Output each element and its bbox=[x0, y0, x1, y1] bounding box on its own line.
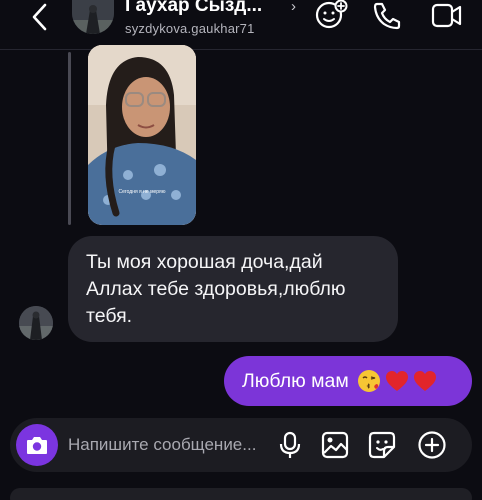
sender-avatar-image bbox=[19, 306, 53, 340]
gallery-button[interactable] bbox=[319, 429, 351, 461]
video-effects-icon bbox=[315, 0, 348, 29]
outgoing-message-bubble[interactable]: Люблю мам bbox=[224, 356, 472, 406]
message-input[interactable] bbox=[68, 432, 268, 458]
plus-icon bbox=[418, 431, 446, 459]
bottom-bar bbox=[10, 488, 472, 500]
message-composer bbox=[10, 418, 472, 472]
gallery-icon bbox=[321, 431, 349, 459]
kissing-face-icon bbox=[357, 370, 380, 392]
effects-button[interactable] bbox=[312, 0, 348, 32]
camera-icon bbox=[27, 437, 47, 454]
outgoing-message-text: Люблю мам bbox=[242, 369, 349, 392]
phone-icon bbox=[373, 2, 401, 30]
chat-header: Гаухар Сызд... › syzdykova.gaukhar71 bbox=[0, 0, 482, 50]
camera-button[interactable] bbox=[16, 424, 58, 466]
microphone-icon bbox=[279, 431, 301, 458]
photo-image bbox=[88, 45, 196, 225]
sticker-icon bbox=[368, 431, 396, 459]
avatar-image bbox=[72, 0, 114, 34]
contact-avatar[interactable] bbox=[72, 0, 114, 34]
sticker-button[interactable] bbox=[366, 429, 398, 461]
shared-photo[interactable]: Сегодня я не меряю bbox=[88, 45, 196, 225]
contact-username[interactable]: syzdykova.gaukhar71 bbox=[125, 21, 255, 36]
voice-message-button[interactable] bbox=[274, 429, 306, 461]
video-camera-icon bbox=[431, 3, 462, 28]
call-button[interactable] bbox=[370, 0, 406, 32]
photo-caption: Сегодня я не меряю bbox=[118, 189, 166, 195]
back-arrow-icon bbox=[32, 3, 47, 31]
red-heart-icon bbox=[413, 371, 436, 391]
back-button[interactable] bbox=[26, 2, 54, 32]
chevron-right-icon[interactable]: › bbox=[291, 0, 296, 15]
video-call-button[interactable] bbox=[428, 0, 464, 32]
add-attachment-button[interactable] bbox=[416, 429, 448, 461]
contact-name[interactable]: Гаухар Сызд... bbox=[125, 0, 262, 17]
incoming-message-bubble[interactable]: Ты моя хорошая доча,дай Аллах тебе здоро… bbox=[68, 236, 398, 342]
red-heart-icon bbox=[385, 371, 408, 391]
sender-avatar[interactable] bbox=[19, 306, 53, 340]
emoji-group bbox=[357, 369, 437, 393]
reply-indicator-bar bbox=[68, 52, 71, 225]
